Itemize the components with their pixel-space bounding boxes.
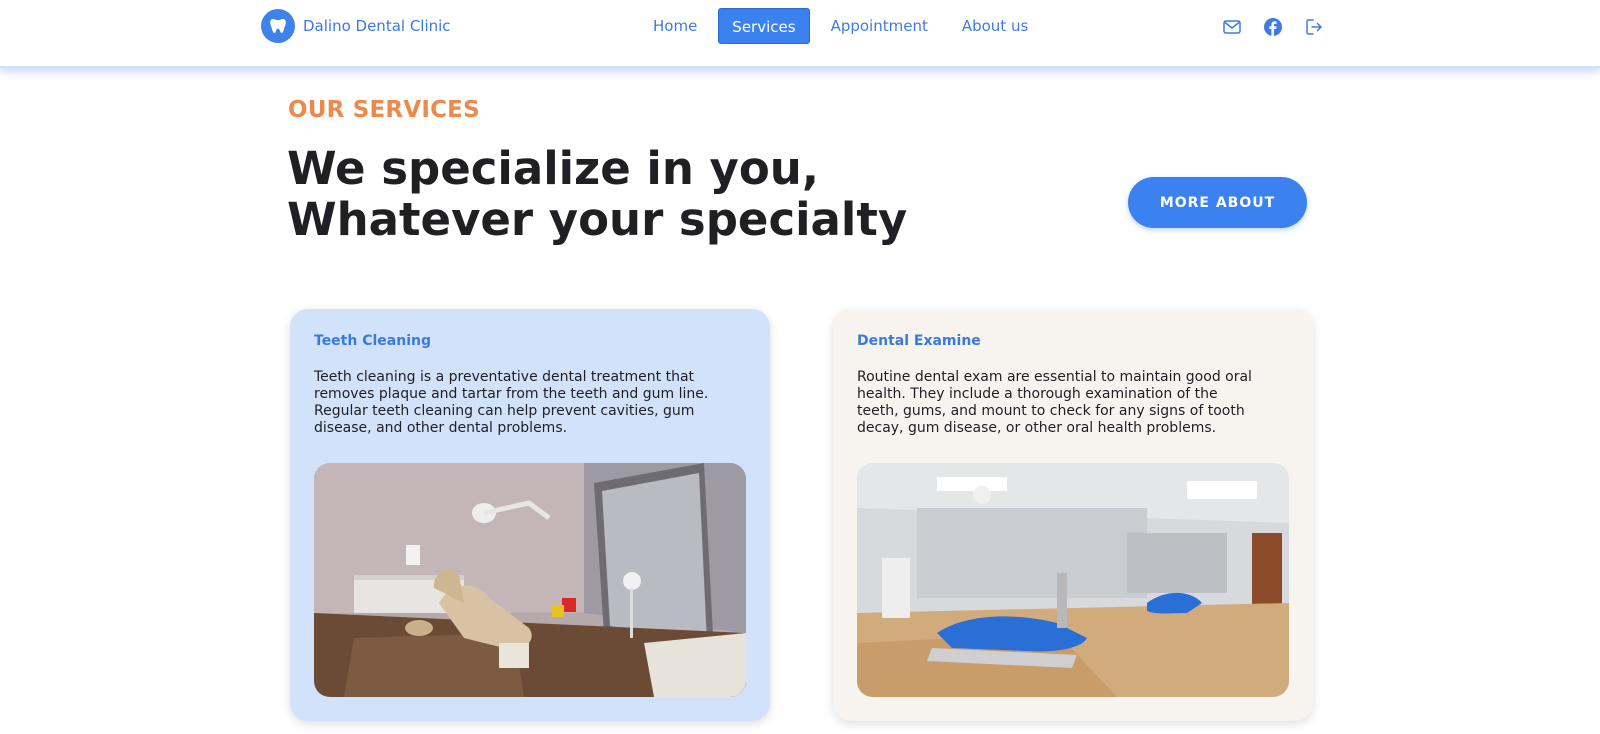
headline-line-2: Whatever your specialty bbox=[287, 193, 908, 246]
main-nav: Home Services Appointment About us bbox=[640, 8, 1049, 44]
section-headline: We specialize in you, Whatever your spec… bbox=[287, 143, 927, 245]
nav-services[interactable]: Services bbox=[718, 8, 810, 44]
service-card-dental-examine[interactable]: Dental Examine Routine dental exam are e… bbox=[833, 309, 1313, 721]
headline-line-1: We specialize in you, bbox=[287, 142, 819, 195]
more-about-button[interactable]: MORE ABOUT bbox=[1128, 177, 1307, 228]
card-title: Teeth Cleaning bbox=[314, 333, 431, 349]
top-navbar: Dalino Dental Clinic Home Services Appoi… bbox=[0, 0, 1600, 68]
card-description: Routine dental exam are essential to mai… bbox=[857, 369, 1252, 436]
card-title: Dental Examine bbox=[857, 333, 981, 349]
tooth-icon bbox=[261, 9, 295, 43]
mail-icon[interactable] bbox=[1221, 16, 1243, 38]
brand-link[interactable]: Dalino Dental Clinic bbox=[261, 9, 451, 43]
facebook-icon[interactable] bbox=[1262, 16, 1284, 38]
dental-room-photo bbox=[314, 463, 746, 697]
nav-home[interactable]: Home bbox=[640, 8, 710, 44]
header-icons bbox=[1221, 16, 1344, 38]
card-description: Teeth cleaning is a preventative dental … bbox=[314, 369, 709, 436]
logout-icon[interactable] bbox=[1303, 16, 1325, 38]
nav-about-us[interactable]: About us bbox=[949, 8, 1041, 44]
nav-appointment[interactable]: Appointment bbox=[818, 8, 941, 44]
brand-name: Dalino Dental Clinic bbox=[303, 17, 451, 35]
section-eyebrow: OUR SERVICES bbox=[288, 97, 480, 123]
dental-room-photo bbox=[857, 463, 1289, 697]
service-card-teeth-cleaning[interactable]: Teeth Cleaning Teeth cleaning is a preve… bbox=[290, 309, 770, 721]
